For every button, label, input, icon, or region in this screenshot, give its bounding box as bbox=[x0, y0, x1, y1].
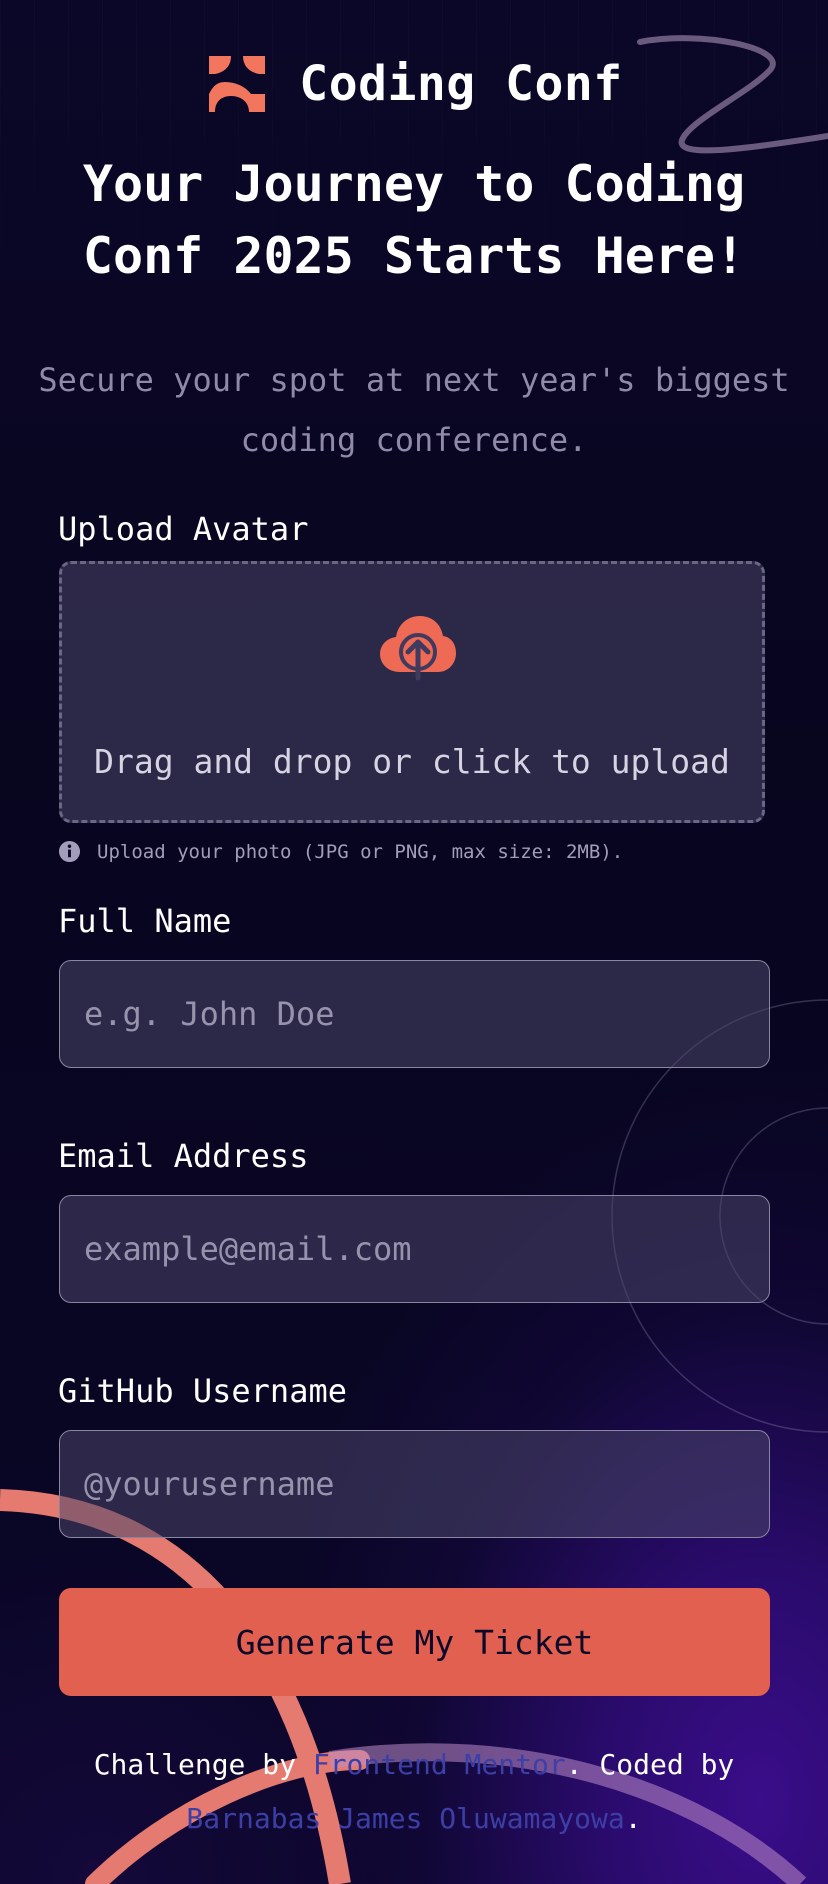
attribution-footer: Challenge by Frontend Mentor. Coded by B… bbox=[40, 1738, 788, 1846]
page: Coding Conf Your Journey to Coding Conf … bbox=[0, 0, 828, 1884]
coding-conf-logo-icon bbox=[209, 56, 266, 112]
page-subtitle: Secure your spot at next year's biggest … bbox=[38, 361, 790, 459]
frontend-mentor-link[interactable]: Frontend Mentor bbox=[313, 1748, 566, 1781]
avatar-hint-text: Upload your photo (JPG or PNG, max size:… bbox=[97, 840, 624, 863]
cloud-upload-icon bbox=[380, 616, 456, 681]
generate-ticket-button[interactable]: Generate My Ticket bbox=[59, 1588, 770, 1696]
dropzone-text: Drag and drop or click to upload bbox=[94, 742, 730, 781]
footer-middle: . Coded by bbox=[565, 1748, 735, 1781]
avatar-label: Upload Avatar bbox=[58, 510, 309, 548]
footer-suffix: . bbox=[624, 1802, 642, 1835]
info-icon bbox=[58, 840, 81, 863]
full-name-label: Full Name bbox=[58, 902, 232, 940]
github-input[interactable] bbox=[59, 1430, 770, 1538]
footer-prefix: Challenge by bbox=[93, 1748, 313, 1781]
email-label: Email Address bbox=[58, 1137, 309, 1175]
full-name-input[interactable] bbox=[59, 960, 770, 1068]
site-header: Coding Conf bbox=[0, 52, 828, 116]
brand-name: Coding Conf bbox=[299, 56, 623, 112]
author-link[interactable]: Barnabas James Oluwamayowa bbox=[186, 1802, 624, 1835]
email-input[interactable] bbox=[59, 1195, 770, 1303]
avatar-dropzone[interactable]: Drag and drop or click to upload bbox=[59, 561, 765, 823]
github-label: GitHub Username bbox=[58, 1372, 347, 1410]
avatar-hint: Upload your photo (JPG or PNG, max size:… bbox=[58, 840, 623, 863]
page-title: Your Journey to Coding Conf 2025 Starts … bbox=[82, 155, 746, 285]
